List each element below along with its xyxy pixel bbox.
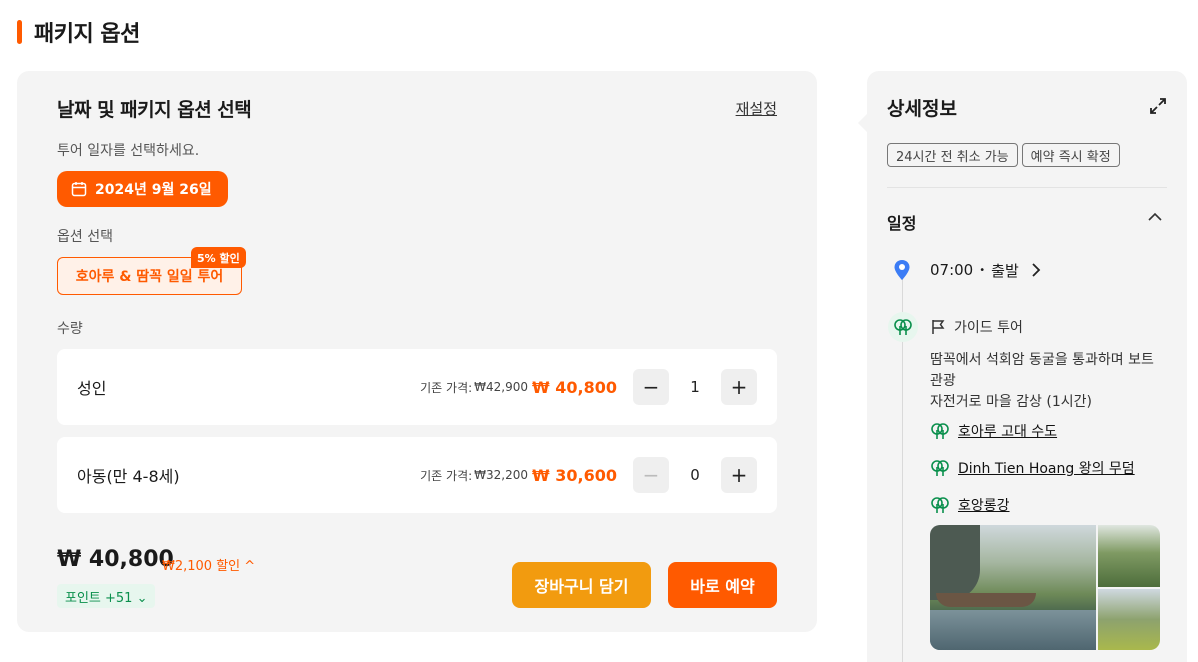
- date-select-button[interactable]: 2024년 9월 26일: [57, 171, 228, 207]
- chevron-up-icon[interactable]: [1147, 209, 1163, 225]
- schedule-title: 일정: [887, 214, 917, 233]
- quantity-value: 1: [690, 378, 700, 396]
- ticket-type-name: 성인: [77, 379, 107, 398]
- option-label: 옵션 선택: [57, 229, 113, 245]
- quantity-stepper: − 0 +: [633, 457, 757, 493]
- calendar-icon: [71, 182, 87, 197]
- separator-dot: •: [979, 264, 986, 276]
- page-title: 패키지 옵션: [17, 17, 140, 47]
- quantity-row-child: 아동(만 4-8세) 기존 가격: ₩32,200 ₩ 30,600 − 0 +: [57, 437, 777, 513]
- tag-cancellation: 24시간 전 취소 가능: [887, 143, 1018, 167]
- tree-icon: [931, 460, 949, 476]
- place-link[interactable]: 호아루 고대 수도: [930, 421, 1057, 441]
- departure-label: 출발: [991, 261, 1019, 280]
- panel-notch: [858, 113, 868, 133]
- base-price: ₩32,200: [474, 468, 529, 482]
- place-name: 호앙롱강: [958, 498, 1010, 514]
- tree-icon: [894, 319, 912, 335]
- guide-description-line: 땀꼭에서 석회암 동굴을 통과하며 보트 관광: [930, 352, 1154, 389]
- photo-thumbnail[interactable]: [1098, 588, 1160, 650]
- photo-main[interactable]: [930, 525, 1096, 650]
- sale-price: ₩ 40,800: [532, 377, 617, 397]
- photo-gallery[interactable]: [930, 525, 1160, 650]
- increase-button[interactable]: +: [721, 369, 757, 405]
- decrease-button[interactable]: −: [633, 369, 669, 405]
- base-price: ₩42,900: [474, 380, 529, 394]
- tour-stop-marker: [888, 312, 918, 342]
- increase-button[interactable]: +: [721, 457, 757, 493]
- total-discount-toggle[interactable]: ₩2,100 할인 ^: [162, 555, 255, 574]
- base-price-label: 기존 가격:: [420, 468, 473, 483]
- expand-icon[interactable]: [1149, 97, 1167, 115]
- place-name: 호아루 고대 수도: [958, 424, 1058, 440]
- reset-link[interactable]: 재설정: [736, 98, 777, 119]
- policy-tags: 24시간 전 취소 가능 예약 즉시 확정: [887, 143, 1120, 167]
- place-link[interactable]: 호앙롱강: [930, 495, 1010, 515]
- flag-icon: [932, 320, 945, 334]
- add-to-cart-button[interactable]: 장바구니 담기: [512, 562, 651, 608]
- total-price: ₩ 40,800: [57, 547, 174, 572]
- photo-thumbnail[interactable]: [1098, 525, 1160, 587]
- points-toggle[interactable]: 포인트 +51 ⌄: [57, 584, 156, 608]
- quantity-value: 0: [690, 466, 700, 484]
- departure-row[interactable]: 07:00 • 출발: [930, 260, 1043, 280]
- page-title-text: 패키지 옵션: [34, 22, 140, 47]
- selected-date: 2024년 9월 26일: [95, 182, 212, 198]
- place-name: Dinh Tien Hoang 왕의 무덤: [958, 461, 1135, 477]
- location-pin-icon: [894, 260, 910, 280]
- tag-instant-confirm: 예약 즉시 확정: [1021, 143, 1120, 167]
- tree-icon: [931, 497, 949, 513]
- sale-price: ₩ 30,600: [532, 465, 617, 485]
- tree-icon: [931, 423, 949, 439]
- booking-panel: 날짜 및 패키지 옵션 선택 재설정 투어 일자를 선택하세요. 2024년 9…: [17, 71, 817, 632]
- price-info: 기존 가격: ₩42,900 ₩ 40,800: [420, 349, 617, 425]
- details-panel: 상세정보 24시간 전 취소 가능 예약 즉시 확정 일정 07:00 • 출발: [858, 71, 1187, 662]
- place-link[interactable]: Dinh Tien Hoang 왕의 무덤: [930, 458, 1135, 478]
- departure-time: 07:00: [930, 261, 974, 279]
- base-price-label: 기존 가격:: [420, 380, 473, 395]
- guide-tour-row: 가이드 투어: [930, 317, 1023, 337]
- title-accent-bar: [17, 20, 22, 44]
- guide-tour-label: 가이드 투어: [954, 320, 1023, 336]
- photo-thumbnails: [1098, 525, 1160, 650]
- quantity-label: 수량: [57, 321, 83, 337]
- quantity-row-adult: 성인 기존 가격: ₩42,900 ₩ 40,800 − 1 +: [57, 349, 777, 425]
- chevron-right-icon: [1032, 263, 1041, 277]
- price-info: 기존 가격: ₩32,200 ₩ 30,600: [420, 437, 617, 513]
- discount-badge: 5% 할인: [191, 247, 246, 268]
- divider: [887, 187, 1167, 188]
- guide-description: 땀꼭에서 석회암 동굴을 통과하며 보트 관광 자전거로 마을 감상 (1시간): [930, 350, 1170, 413]
- decrease-button[interactable]: −: [633, 457, 669, 493]
- details-heading: 상세정보: [887, 98, 957, 120]
- book-now-button[interactable]: 바로 예약: [668, 562, 777, 608]
- quantity-stepper: − 1 +: [633, 369, 757, 405]
- booking-heading: 날짜 및 패키지 옵션 선택: [57, 99, 252, 121]
- date-hint: 투어 일자를 선택하세요.: [57, 143, 200, 159]
- guide-description-line: 자전거로 마을 감상 (1시간): [930, 394, 1092, 410]
- ticket-type-name: 아동(만 4-8세): [77, 467, 180, 486]
